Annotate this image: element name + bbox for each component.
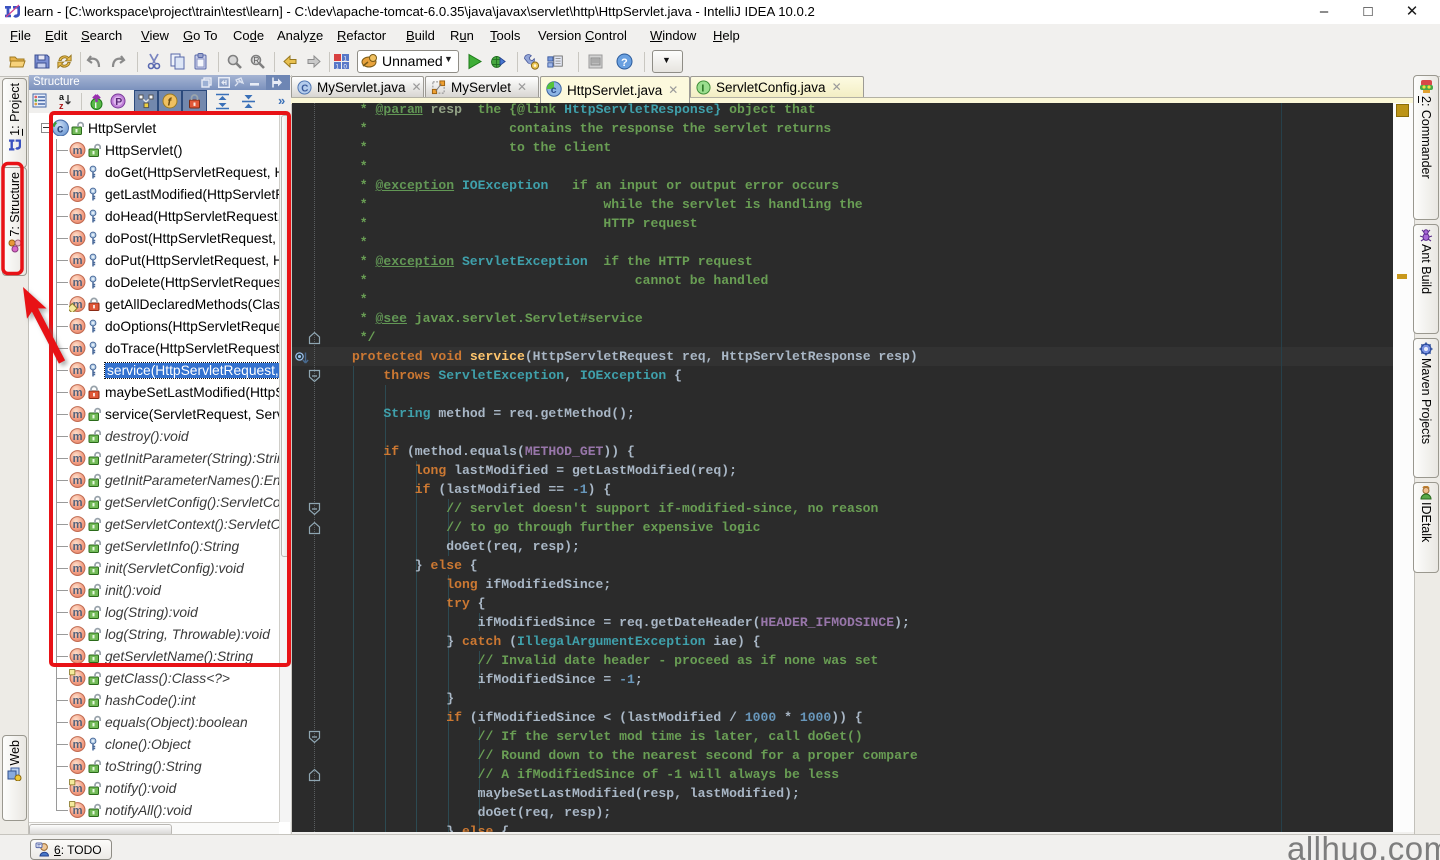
svg-text:P: P	[115, 96, 122, 108]
svg-text:R: R	[254, 56, 260, 65]
svg-text:z: z	[59, 101, 64, 110]
svg-text:?: ?	[621, 57, 628, 69]
svg-text:I: I	[701, 83, 704, 94]
svg-text:C: C	[301, 83, 308, 94]
svg-text:c: c	[551, 84, 557, 96]
